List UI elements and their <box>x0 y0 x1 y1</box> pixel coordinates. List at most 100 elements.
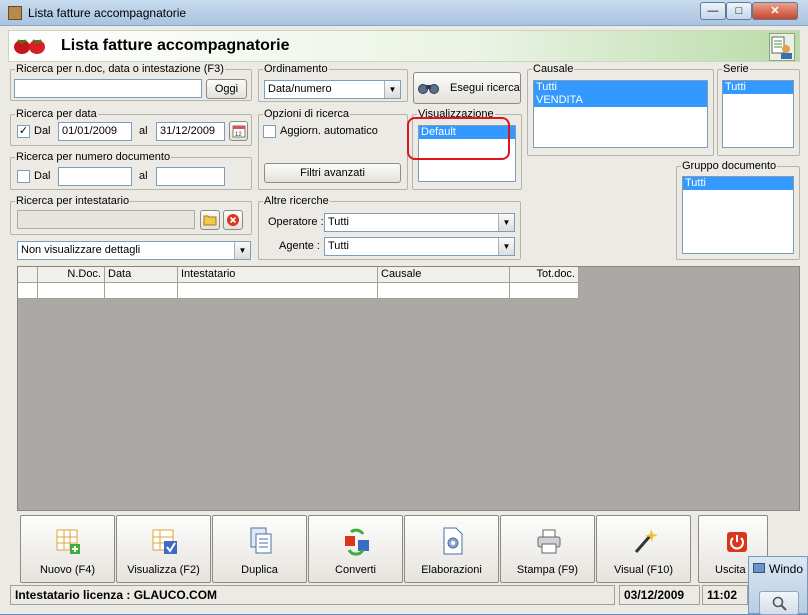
ordering-label: Ordinamento <box>263 63 329 75</box>
search-number-label: Ricerca per numero documento <box>15 151 172 163</box>
highlight-annotation <box>407 117 510 160</box>
print-button[interactable]: Stampa (F9) <box>500 515 595 583</box>
search-date-label: Ricerca per data <box>15 108 98 120</box>
date-to-field[interactable]: 31/12/2009 <box>156 122 225 141</box>
table-cell <box>378 283 510 299</box>
magic-wand-icon <box>634 529 658 553</box>
new-button[interactable]: Nuovo (F4) <box>20 515 115 583</box>
ordering-combo[interactable]: Data/numero ▼ <box>264 80 401 99</box>
processing-button[interactable]: Elaborazioni <box>404 515 499 583</box>
operator-combo[interactable]: Tutti ▼ <box>324 213 515 232</box>
operator-combo-value: Tutti <box>328 216 349 228</box>
column-header[interactable] <box>18 267 38 283</box>
visual-button-label: Visual (F10) <box>613 564 674 576</box>
document-group-list[interactable]: Tutti <box>682 176 794 254</box>
number-to-field[interactable] <box>156 167 225 186</box>
convert-button-label: Converti <box>335 564 376 576</box>
duplicate-button-label: Duplica <box>241 564 278 576</box>
processing-button-label: Elaborazioni <box>421 564 482 576</box>
list-item[interactable]: Tutti <box>723 81 793 94</box>
date-dal-label: Dal <box>34 125 51 137</box>
search-holder-label: Ricerca per intestatario <box>15 195 131 207</box>
serie-list[interactable]: Tutti <box>722 80 794 148</box>
chevron-down-icon[interactable]: ▼ <box>498 214 514 231</box>
folder-icon[interactable] <box>200 210 220 230</box>
visual-button[interactable]: Visual (F10) <box>596 515 691 583</box>
convert-button[interactable]: Converti <box>308 515 403 583</box>
date-from-field[interactable]: 01/01/2009 <box>58 122 132 141</box>
search-options-label: Opzioni di ricerca <box>263 108 350 120</box>
details-combo[interactable]: Non visualizzare dettagli ▼ <box>17 241 251 260</box>
table-cell <box>510 283 579 299</box>
table-cell <box>18 283 38 299</box>
maximize-button[interactable]: □ <box>726 2 752 20</box>
convert-icon <box>345 528 369 556</box>
view-button-label: Visualizza (F2) <box>127 564 200 576</box>
new-button-label: Nuovo (F4) <box>39 564 96 576</box>
new-document-icon <box>56 529 80 554</box>
table-row[interactable] <box>18 283 579 299</box>
duplicate-button[interactable]: Duplica <box>212 515 307 583</box>
advanced-filters-button[interactable]: Filtri avanzati <box>264 163 401 183</box>
table-cell <box>178 283 378 299</box>
causale-label: Causale <box>532 63 575 75</box>
overlay-window[interactable]: Windo <box>748 556 808 615</box>
title-bar: Lista fatture accompagnatorie — □ ✕ <box>0 0 808 26</box>
column-header[interactable]: N.Doc. <box>38 267 105 283</box>
search-ndoc-label: Ricerca per n.doc, data o intestazione (… <box>15 63 225 75</box>
list-item[interactable]: VENDITA <box>534 94 707 107</box>
strawberry-icon <box>14 39 45 54</box>
column-header[interactable]: Tot.doc. <box>510 267 579 283</box>
print-button-label: Stampa (F9) <box>516 564 579 576</box>
number-from-field[interactable] <box>58 167 132 186</box>
document-group-label: Gruppo documento <box>681 160 778 172</box>
column-header[interactable]: Intestatario <box>178 267 378 283</box>
overlay-window-title: Windo <box>769 562 804 576</box>
column-header[interactable]: Causale <box>378 267 510 283</box>
date-al-label: al <box>139 125 148 137</box>
agent-combo-value: Tutti <box>328 240 349 252</box>
search-ndoc-input[interactable] <box>14 79 202 98</box>
column-header[interactable]: Data <box>105 267 178 283</box>
documents-grid[interactable]: N.Doc. Data Intestatario Causale Tot.doc… <box>17 266 800 511</box>
details-combo-value: Non visualizzare dettagli <box>21 244 141 256</box>
chevron-down-icon[interactable]: ▼ <box>498 238 514 255</box>
bottom-toolbar: Nuovo (F4) Visualizza (F2) Duplica Conve… <box>17 515 800 583</box>
holder-field[interactable] <box>17 210 195 229</box>
close-button[interactable]: ✕ <box>752 2 798 20</box>
grid-header: N.Doc. Data Intestatario Causale Tot.doc… <box>18 267 579 283</box>
list-item[interactable]: Tutti <box>683 177 793 190</box>
ordering-combo-value: Data/numero <box>268 83 332 95</box>
window-title: Lista fatture accompagnatorie <box>28 6 187 20</box>
other-searches-label: Altre ricerche <box>263 195 330 207</box>
page-title: Lista fatture accompagnatorie <box>61 37 290 54</box>
calendar-icon[interactable]: 12 <box>229 121 248 141</box>
causale-list[interactable]: Tutti VENDITA <box>533 80 708 148</box>
number-filter-checkbox[interactable] <box>17 170 30 183</box>
minimize-button[interactable]: — <box>700 2 726 20</box>
table-cell <box>38 283 105 299</box>
view-button[interactable]: Visualizza (F2) <box>116 515 211 583</box>
printer-icon <box>537 529 561 554</box>
users-list-icon[interactable] <box>769 33 795 61</box>
chevron-down-icon[interactable]: ▼ <box>234 242 250 259</box>
clear-icon[interactable] <box>223 210 243 230</box>
agent-combo[interactable]: Tutti ▼ <box>324 237 515 256</box>
view-document-icon <box>152 529 177 554</box>
svg-text:12: 12 <box>235 132 242 138</box>
app-icon <box>8 6 22 20</box>
execute-search-button[interactable]: Esegui ricerca <box>413 72 521 104</box>
auto-update-label: Aggiorn. automatico <box>280 125 378 137</box>
chevron-down-icon[interactable]: ▼ <box>384 81 400 98</box>
date-filter-checkbox[interactable]: ✓ <box>17 125 30 138</box>
execute-search-label: Esegui ricerca <box>450 82 520 94</box>
overlay-window-icon <box>753 563 765 573</box>
list-item[interactable]: Tutti <box>534 81 707 94</box>
search-icon[interactable] <box>759 591 799 615</box>
today-button[interactable]: Oggi <box>206 79 247 99</box>
table-cell <box>105 283 178 299</box>
auto-update-checkbox[interactable] <box>263 125 276 138</box>
processing-icon <box>443 527 463 555</box>
number-dal-label: Dal <box>34 170 51 182</box>
operator-label: Operatore : <box>268 216 324 228</box>
